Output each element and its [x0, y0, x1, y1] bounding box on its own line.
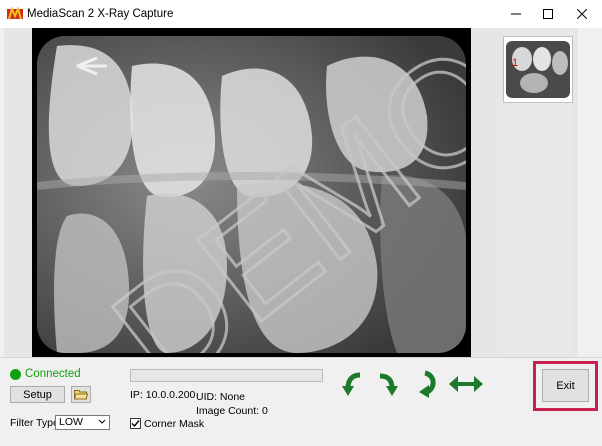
corner-mask-label: Corner Mask [144, 418, 205, 430]
uid-label: UID: None [196, 391, 246, 403]
checkmark-icon [131, 420, 140, 428]
corner-mask-checkbox[interactable] [130, 418, 141, 429]
open-folder-button[interactable] [71, 386, 91, 403]
close-icon [577, 9, 587, 19]
capture-progress-bar [130, 369, 323, 382]
thumbnail-number: 1 [512, 57, 519, 69]
vertical-scrollbar[interactable] [578, 28, 598, 357]
minimize-button[interactable] [500, 0, 532, 28]
divider [0, 357, 602, 358]
maximize-icon [543, 9, 553, 19]
thumbnail-1[interactable] [503, 36, 573, 103]
ip-address: IP: 10.0.0.200 [130, 389, 196, 401]
maximize-button[interactable] [532, 0, 564, 28]
exit-button[interactable]: Exit [542, 369, 589, 402]
rotate-right-icon[interactable] [374, 370, 402, 398]
close-button[interactable] [566, 0, 598, 28]
folder-open-icon [74, 390, 88, 400]
minimize-icon [511, 13, 521, 15]
xray-image[interactable]: DEMO [37, 36, 466, 353]
filter-type-select[interactable]: LOW [55, 415, 110, 430]
filter-type-value: LOW [59, 416, 83, 428]
chevron-down-icon [98, 419, 106, 424]
rotate-left-icon[interactable] [340, 370, 368, 398]
app-logo-icon [7, 7, 23, 20]
connection-status-icon [10, 369, 21, 380]
thumbnail-panel: 1 [503, 28, 573, 357]
flip-horizontal-icon[interactable] [449, 370, 483, 398]
filter-type-label: Filter Type: [10, 417, 62, 429]
image-count-label: Image Count: 0 [196, 405, 268, 417]
xray-frame: DEMO [32, 28, 471, 357]
title-bar[interactable]: MediaScan 2 X-Ray Capture [0, 0, 602, 28]
window-title: MediaScan 2 X-Ray Capture [27, 8, 174, 20]
connection-status: Connected [25, 368, 81, 380]
rotate-180-icon[interactable] [411, 370, 439, 398]
setup-button[interactable]: Setup [10, 386, 65, 403]
thumbnail-image [504, 37, 572, 102]
image-area: DEMO 1 [4, 28, 598, 357]
app-window: MediaScan 2 X-Ray Capture DEMO 1 Connect… [0, 0, 602, 446]
